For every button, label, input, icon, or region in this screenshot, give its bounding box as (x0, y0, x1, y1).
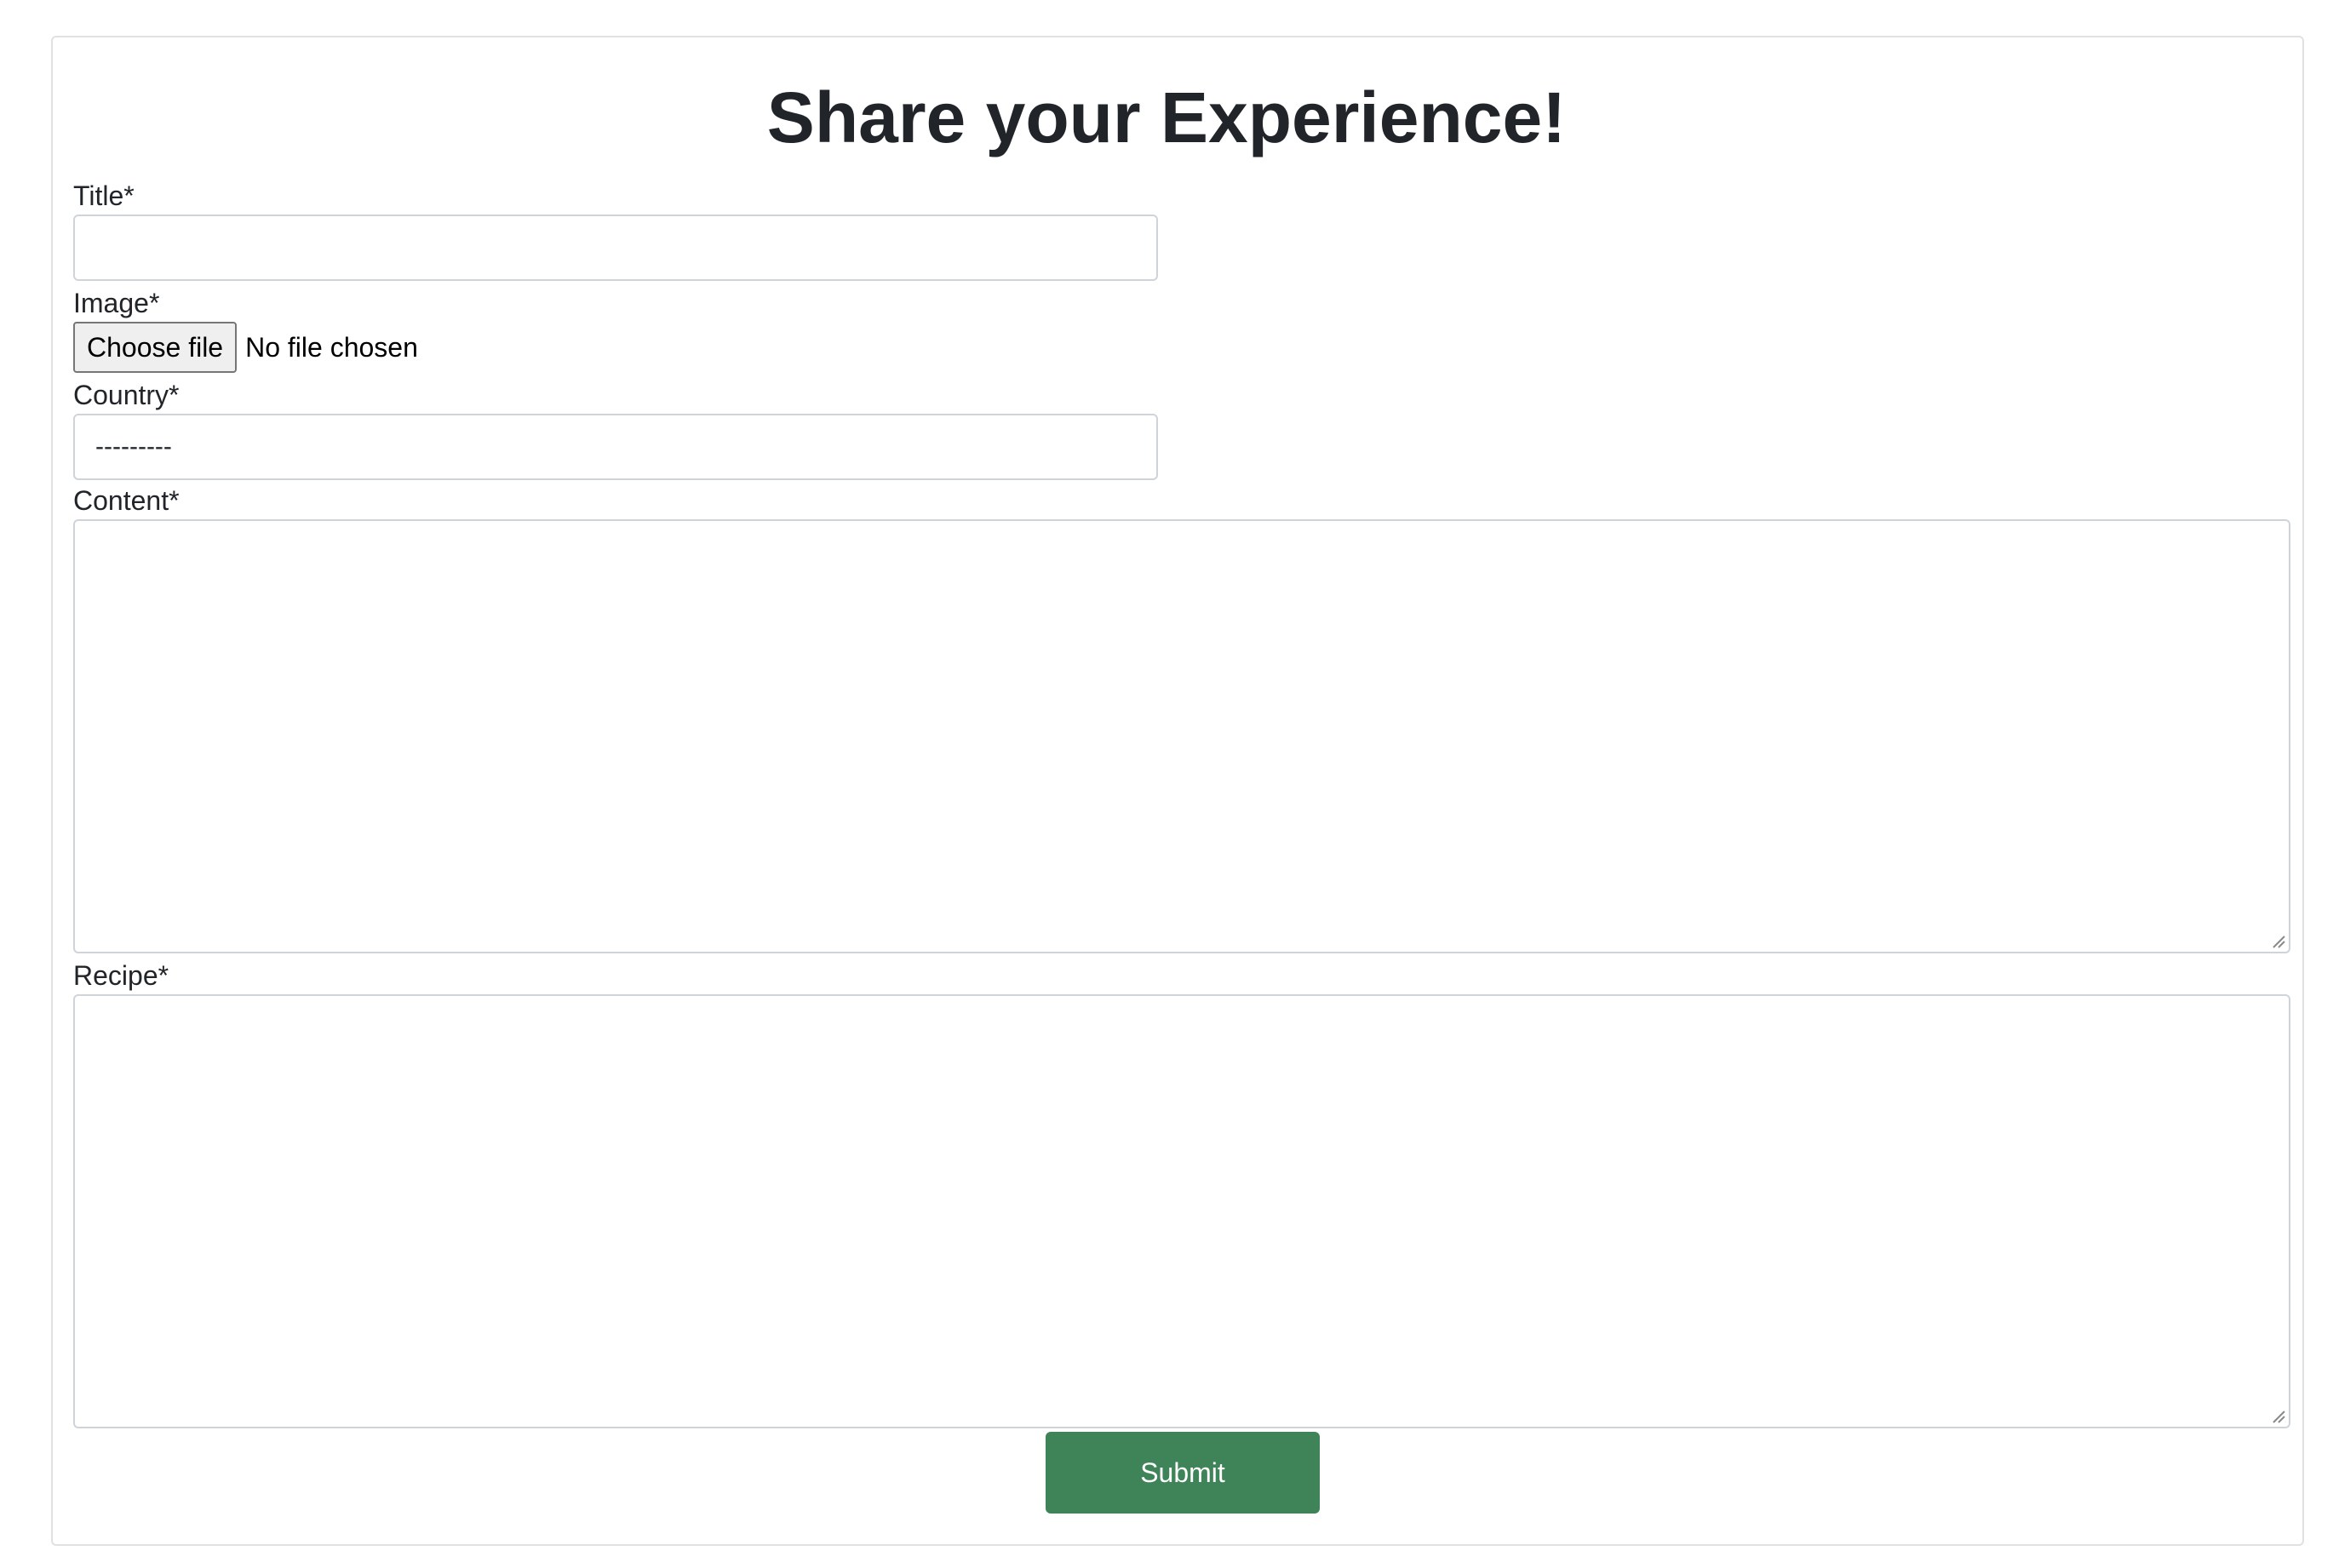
recipe-label: Recipe* (73, 960, 169, 991)
resize-grip-icon[interactable] (2270, 1408, 2285, 1423)
content-label: Content* (73, 485, 180, 516)
recipe-textarea[interactable] (73, 994, 2290, 1428)
content-textarea[interactable] (73, 519, 2290, 953)
resize-grip-icon[interactable] (2270, 933, 2285, 948)
country-label: Country* (73, 380, 180, 410)
image-file-input[interactable]: Choose file No file chosen (73, 322, 418, 373)
title-label: Title* (73, 180, 135, 211)
page-title: Share your Experience! (766, 77, 1567, 157)
country-select[interactable]: --------- (73, 414, 1158, 480)
title-input[interactable] (73, 215, 1158, 281)
choose-file-button[interactable]: Choose file (73, 322, 238, 373)
submit-button[interactable]: Submit (1046, 1432, 1320, 1514)
image-label: Image* (73, 288, 160, 318)
country-selected-value: --------- (95, 432, 172, 461)
file-status-text: No file chosen (245, 331, 418, 363)
